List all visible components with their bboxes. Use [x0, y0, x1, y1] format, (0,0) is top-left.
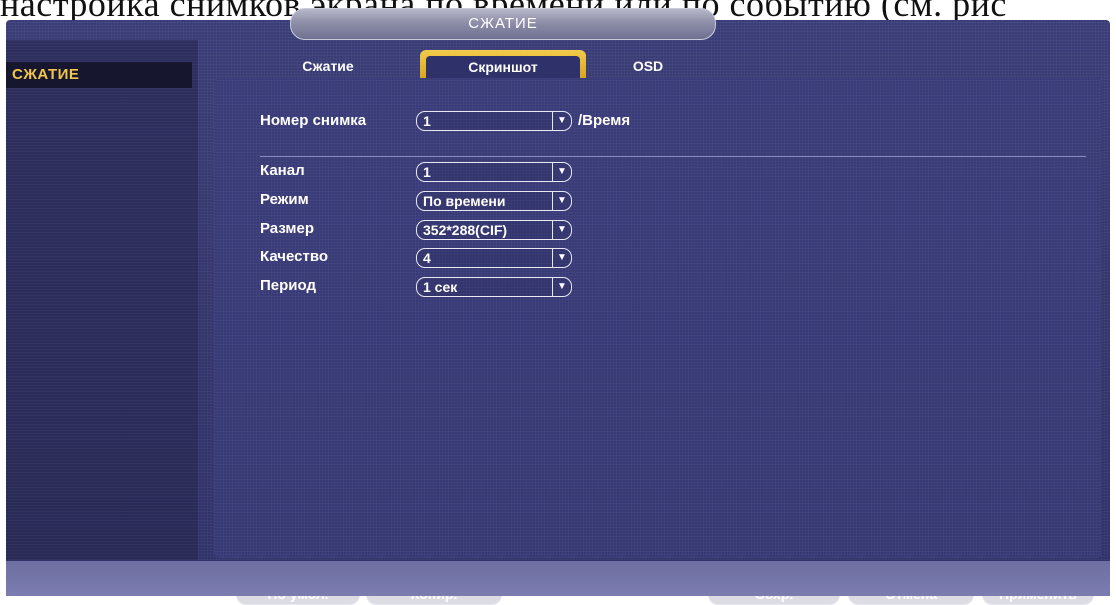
window-title: СЖАТИЕ: [290, 8, 716, 40]
period-value: 1 сек: [423, 279, 458, 295]
tab-screenshot[interactable]: Скриншот: [420, 50, 586, 78]
chevron-down-icon: ▼: [552, 192, 571, 210]
bottom-bar: [6, 561, 1110, 596]
mode-value: По времени: [423, 193, 506, 209]
period-label: Период: [260, 277, 316, 294]
chevron-down-icon: ▼: [552, 112, 571, 130]
size-label: Размер: [260, 220, 315, 237]
size-select[interactable]: 352*288(CIF) ▼: [416, 220, 572, 240]
channel-value: 1: [423, 164, 431, 180]
chevron-down-icon: ▼: [552, 221, 571, 239]
sidebar-item-compression[interactable]: СЖАТИЕ: [6, 62, 192, 88]
quality-select[interactable]: 4 ▼: [416, 248, 572, 268]
tab-compression[interactable]: Сжатие: [268, 54, 388, 78]
size-value: 352*288(CIF): [423, 222, 508, 238]
snapshot-time-label: /Время: [578, 112, 631, 129]
channel-select[interactable]: 1 ▼: [416, 162, 572, 182]
snapshot-number-label: Номер снимка: [260, 112, 367, 129]
channel-label: Канал: [260, 162, 305, 179]
dvr-screen: СЖАТИЕ СЖАТИЕ Сжатие Скриншот OSD Номер …: [6, 8, 1110, 605]
snapshot-number-select[interactable]: 1 ▼: [416, 111, 572, 131]
chevron-down-icon: ▼: [552, 278, 571, 296]
quality-value: 4: [423, 250, 431, 266]
tab-osd[interactable]: OSD: [606, 54, 690, 78]
chevron-down-icon: ▼: [552, 163, 571, 181]
sidebar: СЖАТИЕ: [6, 40, 198, 560]
divider: [260, 156, 1086, 157]
chevron-down-icon: ▼: [552, 249, 571, 267]
period-select[interactable]: 1 сек ▼: [416, 277, 572, 297]
mode-label: Режим: [260, 191, 309, 208]
settings-panel: Номер снимка 1 ▼ /Время Канал 1 ▼ Режим …: [214, 78, 1102, 605]
mode-select[interactable]: По времени ▼: [416, 191, 572, 211]
quality-label: Качество: [260, 248, 329, 265]
snapshot-number-value: 1: [423, 113, 431, 129]
tab-screenshot-label: Скриншот: [426, 56, 580, 78]
